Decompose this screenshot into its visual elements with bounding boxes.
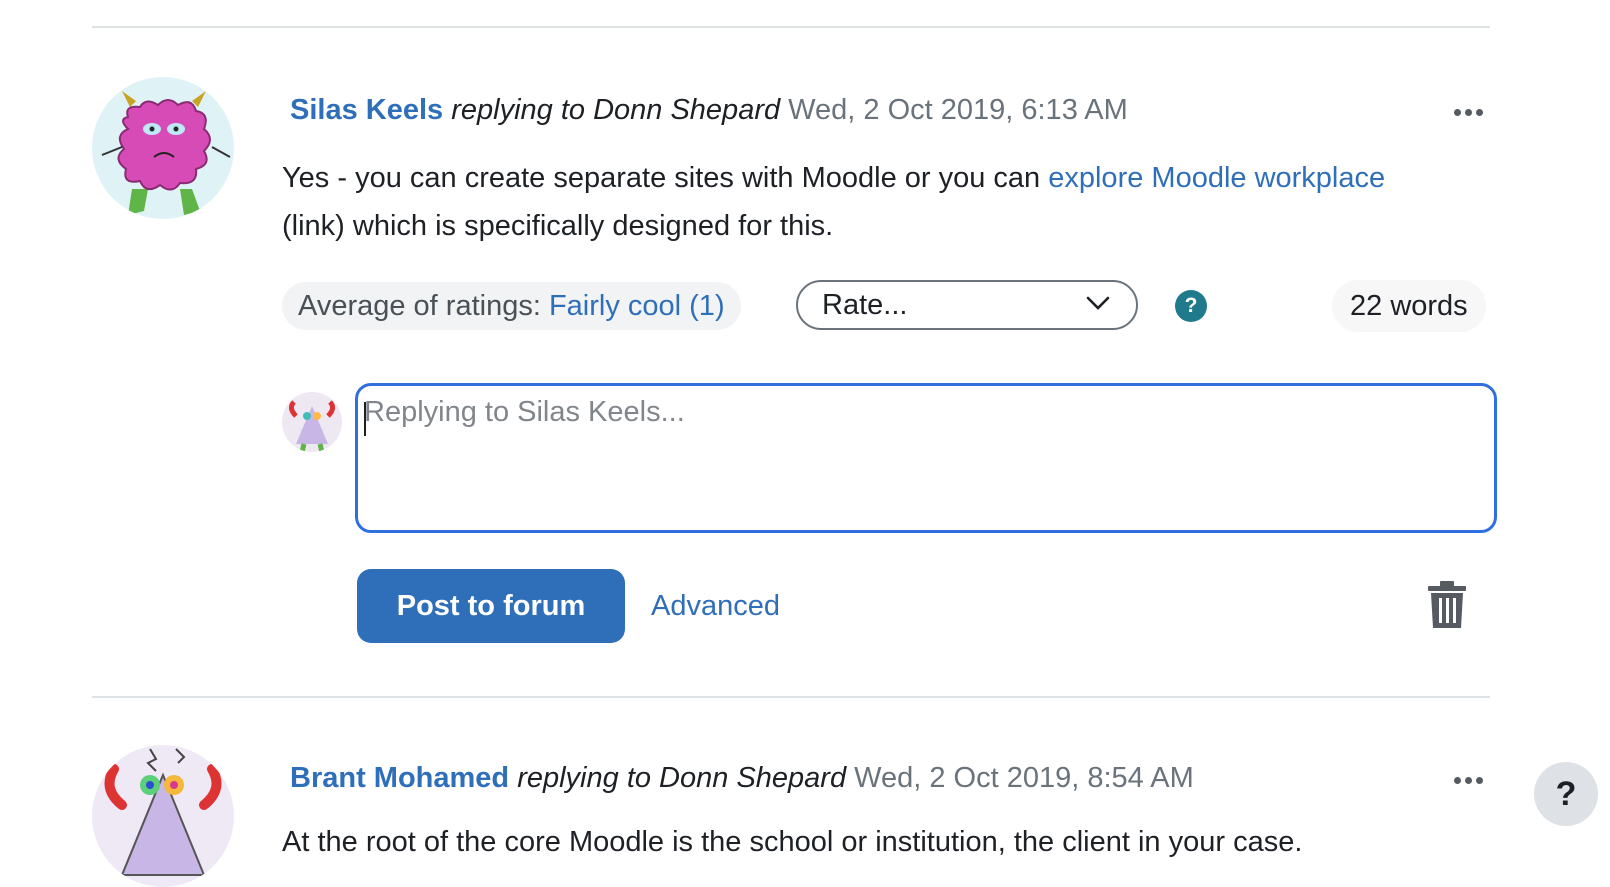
post-date: Wed, 2 Oct 2019, 6:13 AM <box>788 94 1128 126</box>
word-count-badge: 22 words <box>1332 280 1486 332</box>
chevron-down-icon <box>1086 296 1110 310</box>
rating-label: Average of ratings: <box>298 290 549 322</box>
question-circle-icon[interactable]: ? <box>1175 290 1207 322</box>
author-name[interactable]: Brant Mohamed <box>290 762 509 794</box>
rate-select-value: Rate... <box>822 289 908 321</box>
floating-help-button[interactable]: ? <box>1534 762 1598 826</box>
author-avatar[interactable] <box>92 77 234 219</box>
current-user-avatar <box>282 392 342 452</box>
post-divider <box>92 696 1490 698</box>
rate-select[interactable]: Rate... <box>796 280 1138 330</box>
reply-textarea[interactable] <box>358 386 1494 530</box>
post-header: Silas Keels replying to Donn Shepard Wed… <box>290 92 1128 128</box>
post-body-text-after: (link) which is specifically designed fo… <box>282 210 834 242</box>
post-body: Yes - you can create separate sites with… <box>282 154 1442 250</box>
post-body-text: Yes - you can create separate sites with… <box>282 162 1049 194</box>
post-body-text: At the root of the core Moodle is the sc… <box>282 826 1303 858</box>
post-divider <box>92 26 1490 28</box>
trash-icon[interactable] <box>1426 580 1468 630</box>
post-actions-menu-icon[interactable] <box>1452 100 1492 124</box>
explore-workplace-link[interactable]: explore Moodle workplace <box>1048 162 1385 194</box>
text-caret <box>364 402 366 436</box>
average-rating-badge: Average of ratings: Fairly cool (1) <box>282 282 741 330</box>
rating-value-link[interactable]: Fairly cool (1) <box>549 290 725 322</box>
reply-input-container[interactable] <box>355 383 1497 533</box>
replying-to-text: replying to Donn Shepard <box>451 94 781 126</box>
post-date: Wed, 2 Oct 2019, 8:54 AM <box>854 762 1194 794</box>
advanced-link[interactable]: Advanced <box>651 588 780 624</box>
post-body: At the root of the core Moodle is the sc… <box>282 818 1482 866</box>
post-to-forum-button[interactable]: Post to forum <box>357 569 625 643</box>
author-avatar[interactable] <box>92 745 234 887</box>
replying-to-text: replying to Donn Shepard <box>517 762 847 794</box>
post-header: Brant Mohamed replying to Donn Shepard W… <box>290 760 1194 796</box>
author-name[interactable]: Silas Keels <box>290 94 443 126</box>
post-actions-menu-icon[interactable] <box>1452 768 1492 792</box>
